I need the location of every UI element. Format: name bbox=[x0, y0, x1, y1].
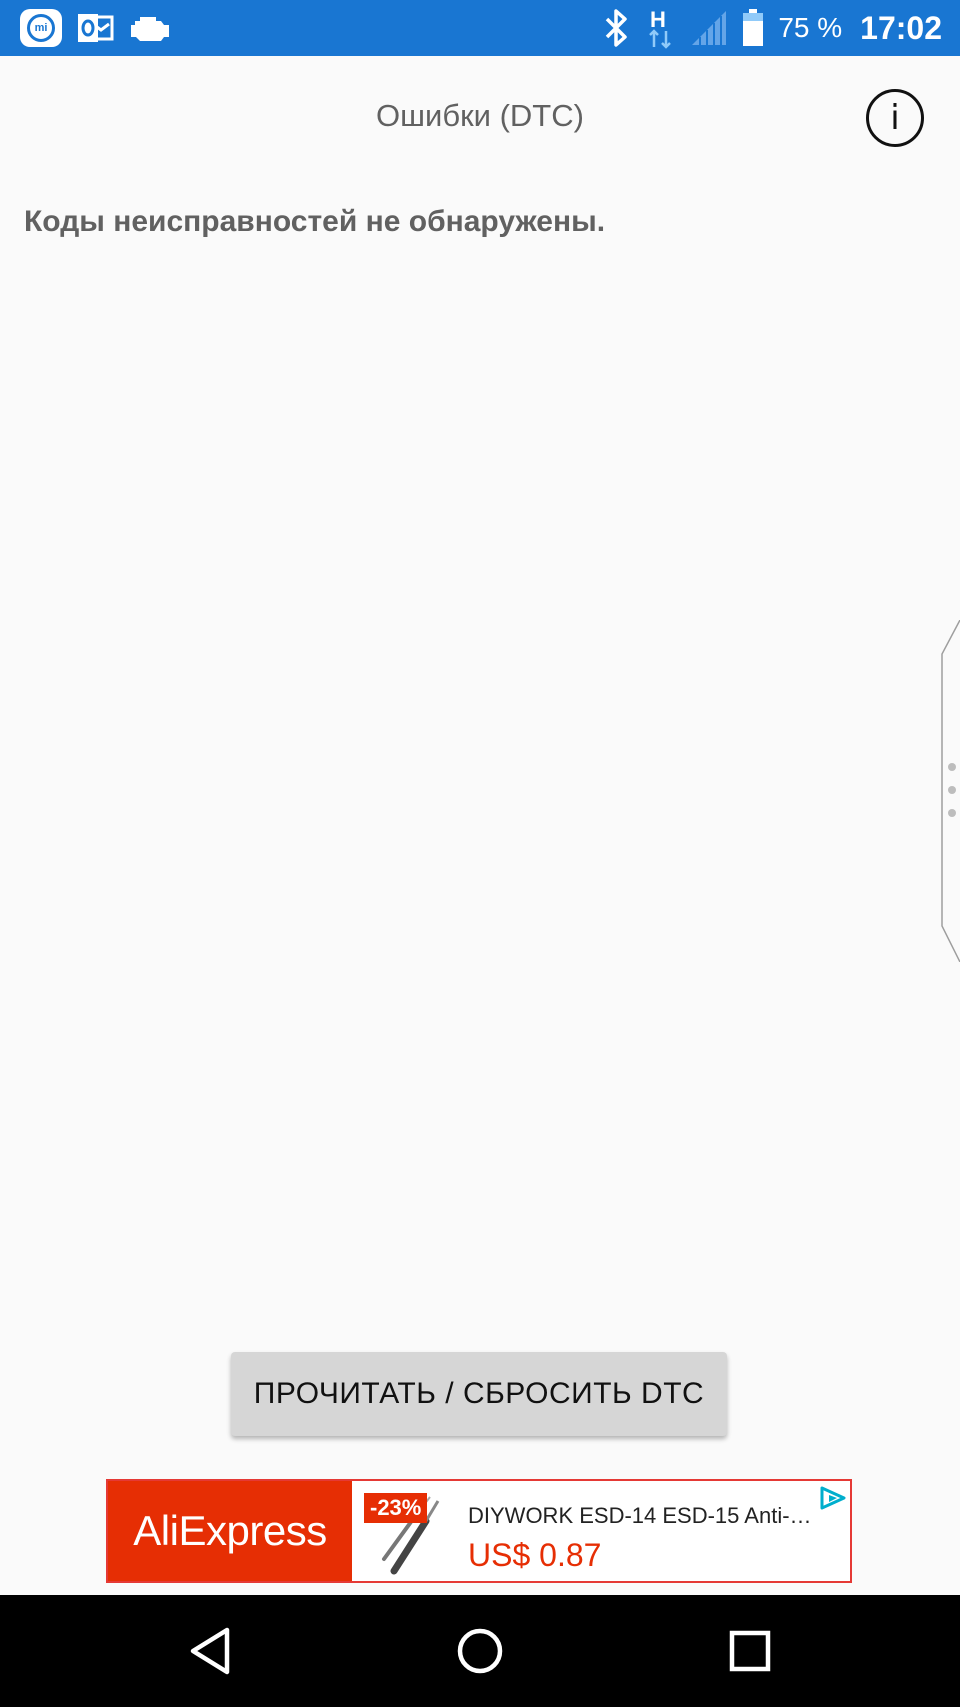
svg-text:H: H bbox=[650, 7, 666, 32]
recents-icon bbox=[729, 1630, 771, 1672]
bluetooth-icon bbox=[606, 9, 628, 47]
status-bar: mi H 75 % 17:02 bbox=[0, 0, 960, 56]
recents-button[interactable] bbox=[690, 1595, 810, 1707]
network-h-icon: H bbox=[649, 7, 672, 49]
signal-icon bbox=[692, 11, 727, 45]
notification-icons: mi bbox=[20, 9, 172, 47]
ad-banner[interactable]: AliExpress -23% DIYWORK ESD-14 ESD-15 An… bbox=[106, 1479, 852, 1583]
outlook-icon bbox=[78, 14, 114, 42]
handle-dot-icon bbox=[948, 809, 956, 817]
back-button[interactable] bbox=[150, 1595, 270, 1707]
mi-app-icon: mi bbox=[20, 9, 62, 47]
info-icon: i bbox=[890, 98, 900, 138]
ad-product-title[interactable]: DIYWORK ESD-14 ESD-15 Anti-st... bbox=[468, 1503, 818, 1529]
home-button[interactable] bbox=[420, 1595, 540, 1707]
no-dtc-message: Коды неисправностей не обнаружены. bbox=[24, 205, 606, 238]
aliexpress-logo[interactable]: AliExpress bbox=[108, 1481, 352, 1581]
system-status: H 75 % 17:02 bbox=[602, 0, 942, 56]
ad-choices-icon[interactable] bbox=[818, 1485, 848, 1511]
back-icon bbox=[190, 1627, 230, 1675]
battery-icon bbox=[743, 9, 764, 46]
home-icon bbox=[457, 1628, 503, 1674]
discount-badge: -23% bbox=[364, 1493, 428, 1523]
ad-price: US$ 0.87 bbox=[468, 1537, 602, 1573]
info-button[interactable]: i bbox=[866, 89, 924, 147]
handle-dot-icon bbox=[948, 786, 956, 794]
navigation-bar bbox=[0, 1595, 960, 1707]
handle-dot-icon bbox=[948, 763, 956, 771]
page-title: Ошибки (DTC) bbox=[376, 98, 584, 133]
engine-check-icon bbox=[131, 17, 169, 41]
side-drawer-handle[interactable] bbox=[936, 620, 960, 962]
clock: 17:02 bbox=[860, 9, 942, 46]
battery-percent: 75 % bbox=[778, 12, 843, 43]
read-reset-dtc-button[interactable]: ПРОЧИТАТЬ / СБРОСИТЬ DTC bbox=[231, 1352, 727, 1436]
